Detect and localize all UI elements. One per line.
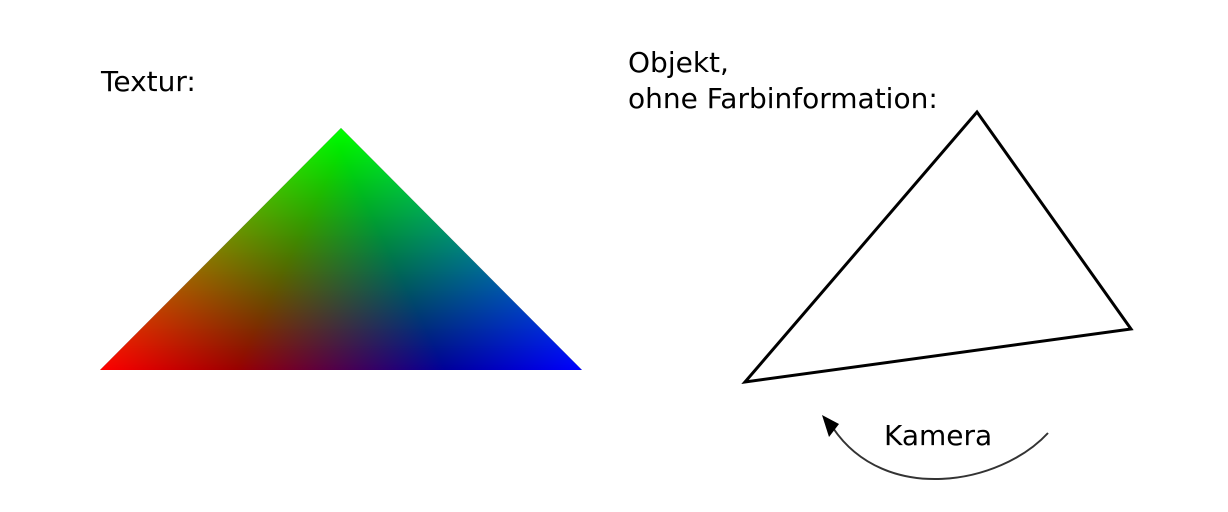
texture-triangle bbox=[100, 128, 582, 370]
camera-arrow bbox=[822, 415, 1049, 481]
object-triangle-outline bbox=[741, 109, 1134, 385]
diagram-canvas bbox=[100, 109, 1134, 481]
